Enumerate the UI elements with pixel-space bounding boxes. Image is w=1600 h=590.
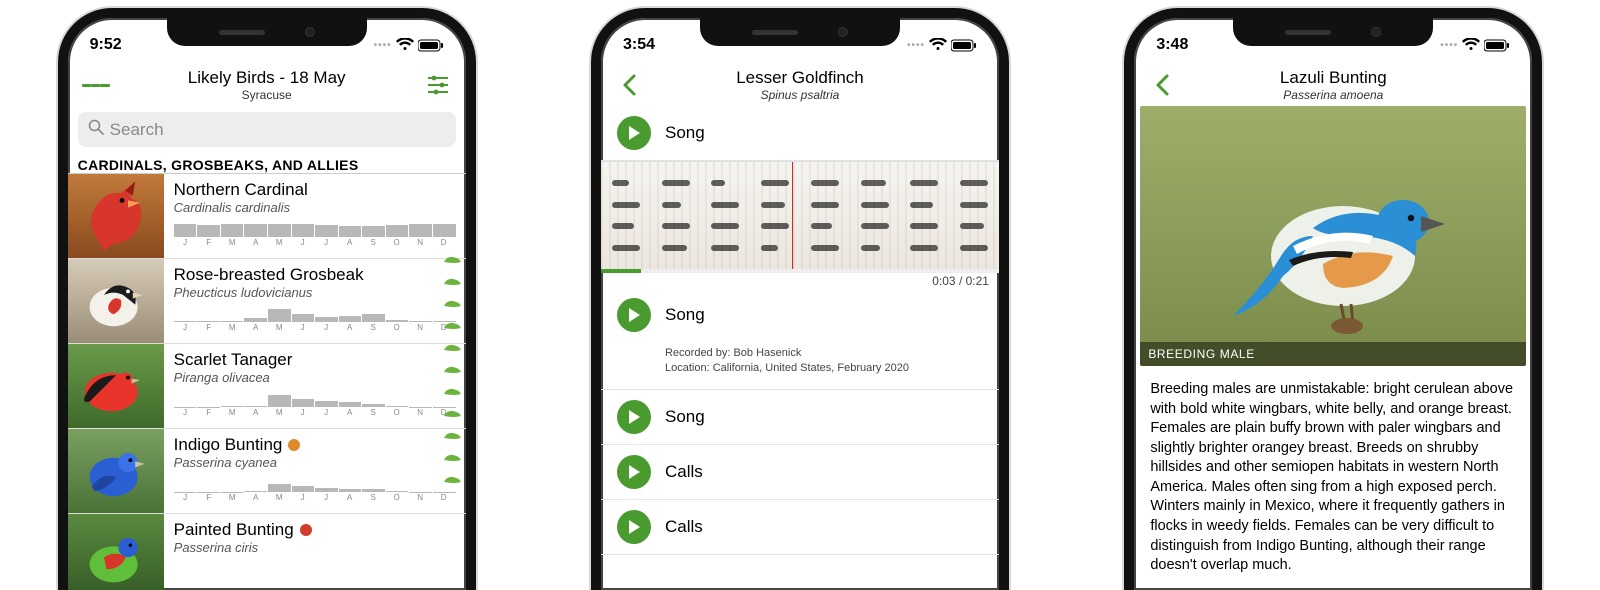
battery-icon — [1484, 39, 1510, 52]
back-icon[interactable] — [1148, 71, 1176, 99]
bird-common-name: Rose-breasted Grosbeak — [174, 265, 364, 285]
audio-track-row[interactable]: Calls — [601, 500, 999, 555]
playhead — [792, 162, 793, 269]
wifi-icon — [1462, 38, 1480, 52]
cellular-icon: •••• — [374, 40, 392, 51]
bird-row[interactable]: Scarlet Tanager Piranga olivacea JFMAMJJ… — [68, 344, 466, 429]
bird-sci-name: Passerina cyanea — [174, 455, 456, 470]
rarity-badge — [300, 524, 312, 536]
track-metadata: Recorded by: Bob Hasenick Location: Cali… — [617, 346, 909, 377]
audio-track-row[interactable]: Calls — [601, 445, 999, 500]
audio-track-row[interactable]: Song Recorded by: Bob Hasenick Location:… — [601, 288, 999, 390]
bird-common-name: Scarlet Tanager — [174, 350, 293, 370]
page-subtitle: Spinus psaltria — [643, 88, 957, 102]
species-description: Breeding males are unmistakable: bright … — [1134, 366, 1532, 576]
page-title: Lazuli Bunting — [1176, 68, 1490, 88]
device-notch — [700, 18, 900, 46]
back-icon[interactable] — [615, 71, 643, 99]
bird-row[interactable]: Painted Bunting Passerina ciris — [68, 514, 466, 590]
track-label: Song — [665, 407, 705, 427]
play-icon[interactable] — [617, 298, 651, 332]
bird-thumbnail — [68, 259, 164, 343]
time-display: 0:03 / 0:21 — [601, 273, 999, 288]
abundance-chart: JFMAMJJASOND — [174, 393, 456, 415]
abundance-chart: JFMAMJJASOND — [174, 478, 456, 500]
search-input[interactable]: Search — [78, 112, 456, 147]
menu-icon[interactable] — [82, 71, 110, 99]
bird-common-name: Northern Cardinal — [174, 180, 308, 200]
nav-bar: Lazuli Bunting Passerina amoena — [1134, 62, 1532, 106]
search-icon — [88, 119, 104, 140]
track-label: Calls — [665, 517, 703, 537]
track-label: Song — [665, 123, 705, 143]
index-silhouettes[interactable] — [438, 62, 466, 486]
play-icon[interactable] — [617, 510, 651, 544]
abundance-chart: JFMAMJJASOND — [174, 223, 456, 245]
audio-track-row[interactable]: Song — [601, 106, 999, 161]
bird-row[interactable]: Indigo Bunting Passerina cyanea JFMAMJJA… — [68, 429, 466, 514]
nav-bar: Lesser Goldfinch Spinus psaltria — [601, 62, 999, 106]
wifi-icon — [396, 38, 414, 52]
bird-common-name: Indigo Bunting — [174, 435, 283, 455]
track-label: Calls — [665, 462, 703, 482]
wifi-icon — [929, 38, 947, 52]
phone-likely-birds: 9:52 •••• Likely Birds - 18 May Syracuse… — [58, 8, 476, 590]
status-time: 3:48 — [1156, 36, 1188, 54]
track-label: Song — [665, 305, 705, 325]
phone-audio: 3:54 •••• Lesser Goldfinch Spinus psaltr… — [591, 8, 1009, 590]
bird-sci-name: Cardinalis cardinalis — [174, 200, 456, 215]
battery-icon — [951, 39, 977, 52]
bird-common-name: Painted Bunting — [174, 520, 294, 540]
bird-thumbnail — [68, 344, 164, 428]
audio-track-row[interactable]: Song — [601, 390, 999, 445]
play-icon[interactable] — [617, 116, 651, 150]
rarity-badge — [288, 439, 300, 451]
section-header: CARDINALS, GROSBEAKS, AND ALLIES — [68, 153, 466, 174]
phone-species: 3:48 •••• Lazuli Bunting Passerina amoen… — [1124, 8, 1542, 590]
status-time: 9:52 — [90, 36, 122, 54]
device-notch — [167, 18, 367, 46]
abundance-chart: JFMAMJJASOND — [174, 308, 456, 330]
hero-image[interactable]: BREEDING MALE — [1140, 106, 1526, 366]
bird-thumbnail — [68, 429, 164, 513]
battery-icon — [418, 39, 444, 52]
bird-thumbnail — [68, 514, 164, 590]
play-icon[interactable] — [617, 455, 651, 489]
status-time: 3:54 — [623, 36, 655, 54]
page-subtitle: Syracuse — [110, 88, 424, 102]
search-placeholder: Search — [110, 120, 164, 140]
bird-sci-name: Piranga olivacea — [174, 370, 456, 385]
cellular-icon: •••• — [907, 40, 925, 51]
bird-row[interactable]: Rose-breasted Grosbeak Pheucticus ludovi… — [68, 259, 466, 344]
page-subtitle: Passerina amoena — [1176, 88, 1490, 102]
page-title: Lesser Goldfinch — [643, 68, 957, 88]
page-title: Likely Birds - 18 May — [110, 68, 424, 88]
device-notch — [1233, 18, 1433, 46]
bird-sci-name: Pheucticus ludovicianus — [174, 285, 456, 300]
hero-caption: BREEDING MALE — [1140, 342, 1526, 366]
bird-sci-name: Passerina ciris — [174, 540, 456, 555]
bird-thumbnail — [68, 174, 164, 258]
cellular-icon: •••• — [1440, 40, 1458, 51]
bird-row[interactable]: Northern Cardinal Cardinalis cardinalis … — [68, 174, 466, 259]
nav-bar: Likely Birds - 18 May Syracuse — [68, 62, 466, 106]
play-icon[interactable] — [617, 400, 651, 434]
spectrogram[interactable] — [601, 161, 999, 269]
